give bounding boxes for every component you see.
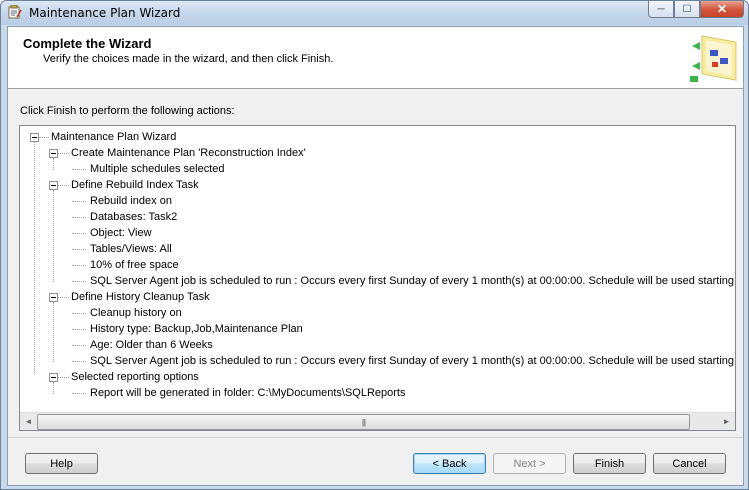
- tree-node[interactable]: Create Maintenance Plan 'Reconstruction …: [71, 145, 306, 161]
- title-bar[interactable]: Maintenance Plan Wizard ─ ☐ ✕: [1, 1, 748, 25]
- footer-divider: [8, 437, 743, 438]
- collapse-toggle-icon[interactable]: [49, 373, 58, 382]
- next-button[interactable]: Next >: [493, 453, 566, 474]
- tree-connector-line: [58, 185, 69, 186]
- scrollbar-thumb[interactable]: |||: [37, 414, 690, 430]
- page-subtitle: Verify the choices made in the wizard, a…: [43, 53, 334, 65]
- tree-connector-line: [72, 169, 86, 170]
- scroll-left-arrow-icon[interactable]: ◄: [20, 413, 37, 430]
- tree-connector-line: [72, 281, 86, 282]
- tree-connector-line: [72, 249, 86, 250]
- wizard-client-area: Complete the Wizard Verify the choices m…: [7, 26, 744, 486]
- tree-leaf[interactable]: 10% of free space: [90, 257, 179, 273]
- tree-connector-line: [72, 345, 86, 346]
- help-button[interactable]: Help: [25, 453, 98, 474]
- tree-connector-line: [58, 377, 69, 378]
- actions-tree-view[interactable]: Maintenance Plan Wizard Create Maintenanc…: [19, 125, 736, 431]
- tree-connector-line: [72, 217, 86, 218]
- tree-leaf[interactable]: Multiple schedules selected: [90, 161, 225, 177]
- tree-leaf[interactable]: Tables/Views: All: [90, 241, 172, 257]
- tree-connector-line: [39, 137, 49, 138]
- tree-connector-line: [53, 190, 54, 282]
- tree-leaf[interactable]: SQL Server Agent job is scheduled to run…: [90, 273, 735, 289]
- tree-connector-line: [34, 142, 35, 373]
- wizard-graphic-icon: [690, 35, 737, 82]
- tree-connector-line: [58, 297, 69, 298]
- window-title: Maintenance Plan Wizard: [29, 6, 181, 20]
- tree-node[interactable]: Maintenance Plan Wizard: [51, 129, 176, 145]
- wizard-app-icon: [8, 5, 22, 19]
- tree-leaf[interactable]: Databases: Task2: [90, 209, 177, 225]
- collapse-toggle-icon[interactable]: [49, 293, 58, 302]
- tree-leaf[interactable]: SQL Server Agent job is scheduled to run…: [90, 353, 735, 369]
- scrollbar-grip-icon: |||: [361, 417, 366, 427]
- tree-leaf[interactable]: History type: Backup,Job,Maintenance Pla…: [90, 321, 303, 337]
- tree-connector-line: [72, 265, 86, 266]
- tree-connector-line: [72, 329, 86, 330]
- scroll-right-arrow-icon[interactable]: ►: [718, 413, 735, 430]
- cancel-button[interactable]: Cancel: [653, 453, 726, 474]
- tree-connector-line: [72, 393, 86, 394]
- tree-connector-line: [53, 302, 54, 362]
- tree-node[interactable]: Define Rebuild Index Task: [71, 177, 199, 193]
- minimize-button[interactable]: ─: [648, 1, 674, 18]
- collapse-toggle-icon[interactable]: [49, 149, 58, 158]
- maximize-button[interactable]: ☐: [674, 1, 700, 18]
- finish-button[interactable]: Finish: [573, 453, 646, 474]
- window-controls: ─ ☐ ✕: [648, 1, 744, 19]
- tree-leaf[interactable]: Age: Older than 6 Weeks: [90, 337, 213, 353]
- instructions-label: Click Finish to perform the following ac…: [20, 105, 235, 117]
- tree-leaf[interactable]: Rebuild index on: [90, 193, 172, 209]
- back-button[interactable]: < Back: [413, 453, 486, 474]
- tree-leaf[interactable]: Object: View: [90, 225, 152, 241]
- horizontal-scrollbar[interactable]: ◄ ||| ►: [20, 412, 735, 430]
- tree-node[interactable]: Selected reporting options: [71, 369, 199, 385]
- collapse-toggle-icon[interactable]: [30, 133, 39, 142]
- tree-node[interactable]: Define History Cleanup Task: [71, 289, 210, 305]
- tree-connector-line: [53, 158, 54, 170]
- tree-connector-line: [53, 382, 54, 394]
- close-button[interactable]: ✕: [700, 1, 744, 18]
- tree-content: Maintenance Plan Wizard Create Maintenanc…: [20, 126, 735, 413]
- tree-leaf[interactable]: Report will be generated in folder: C:\M…: [90, 385, 405, 401]
- tree-connector-line: [72, 233, 86, 234]
- tree-connector-line: [72, 361, 86, 362]
- wizard-window: Maintenance Plan Wizard ─ ☐ ✕ Complete t…: [0, 0, 749, 490]
- tree-leaf[interactable]: Cleanup history on: [90, 305, 182, 321]
- wizard-header: Complete the Wizard Verify the choices m…: [8, 27, 743, 89]
- tree-connector-line: [72, 201, 86, 202]
- tree-connector-line: [58, 153, 69, 154]
- page-title: Complete the Wizard: [23, 36, 152, 51]
- tree-connector-line: [72, 313, 86, 314]
- collapse-toggle-icon[interactable]: [49, 181, 58, 190]
